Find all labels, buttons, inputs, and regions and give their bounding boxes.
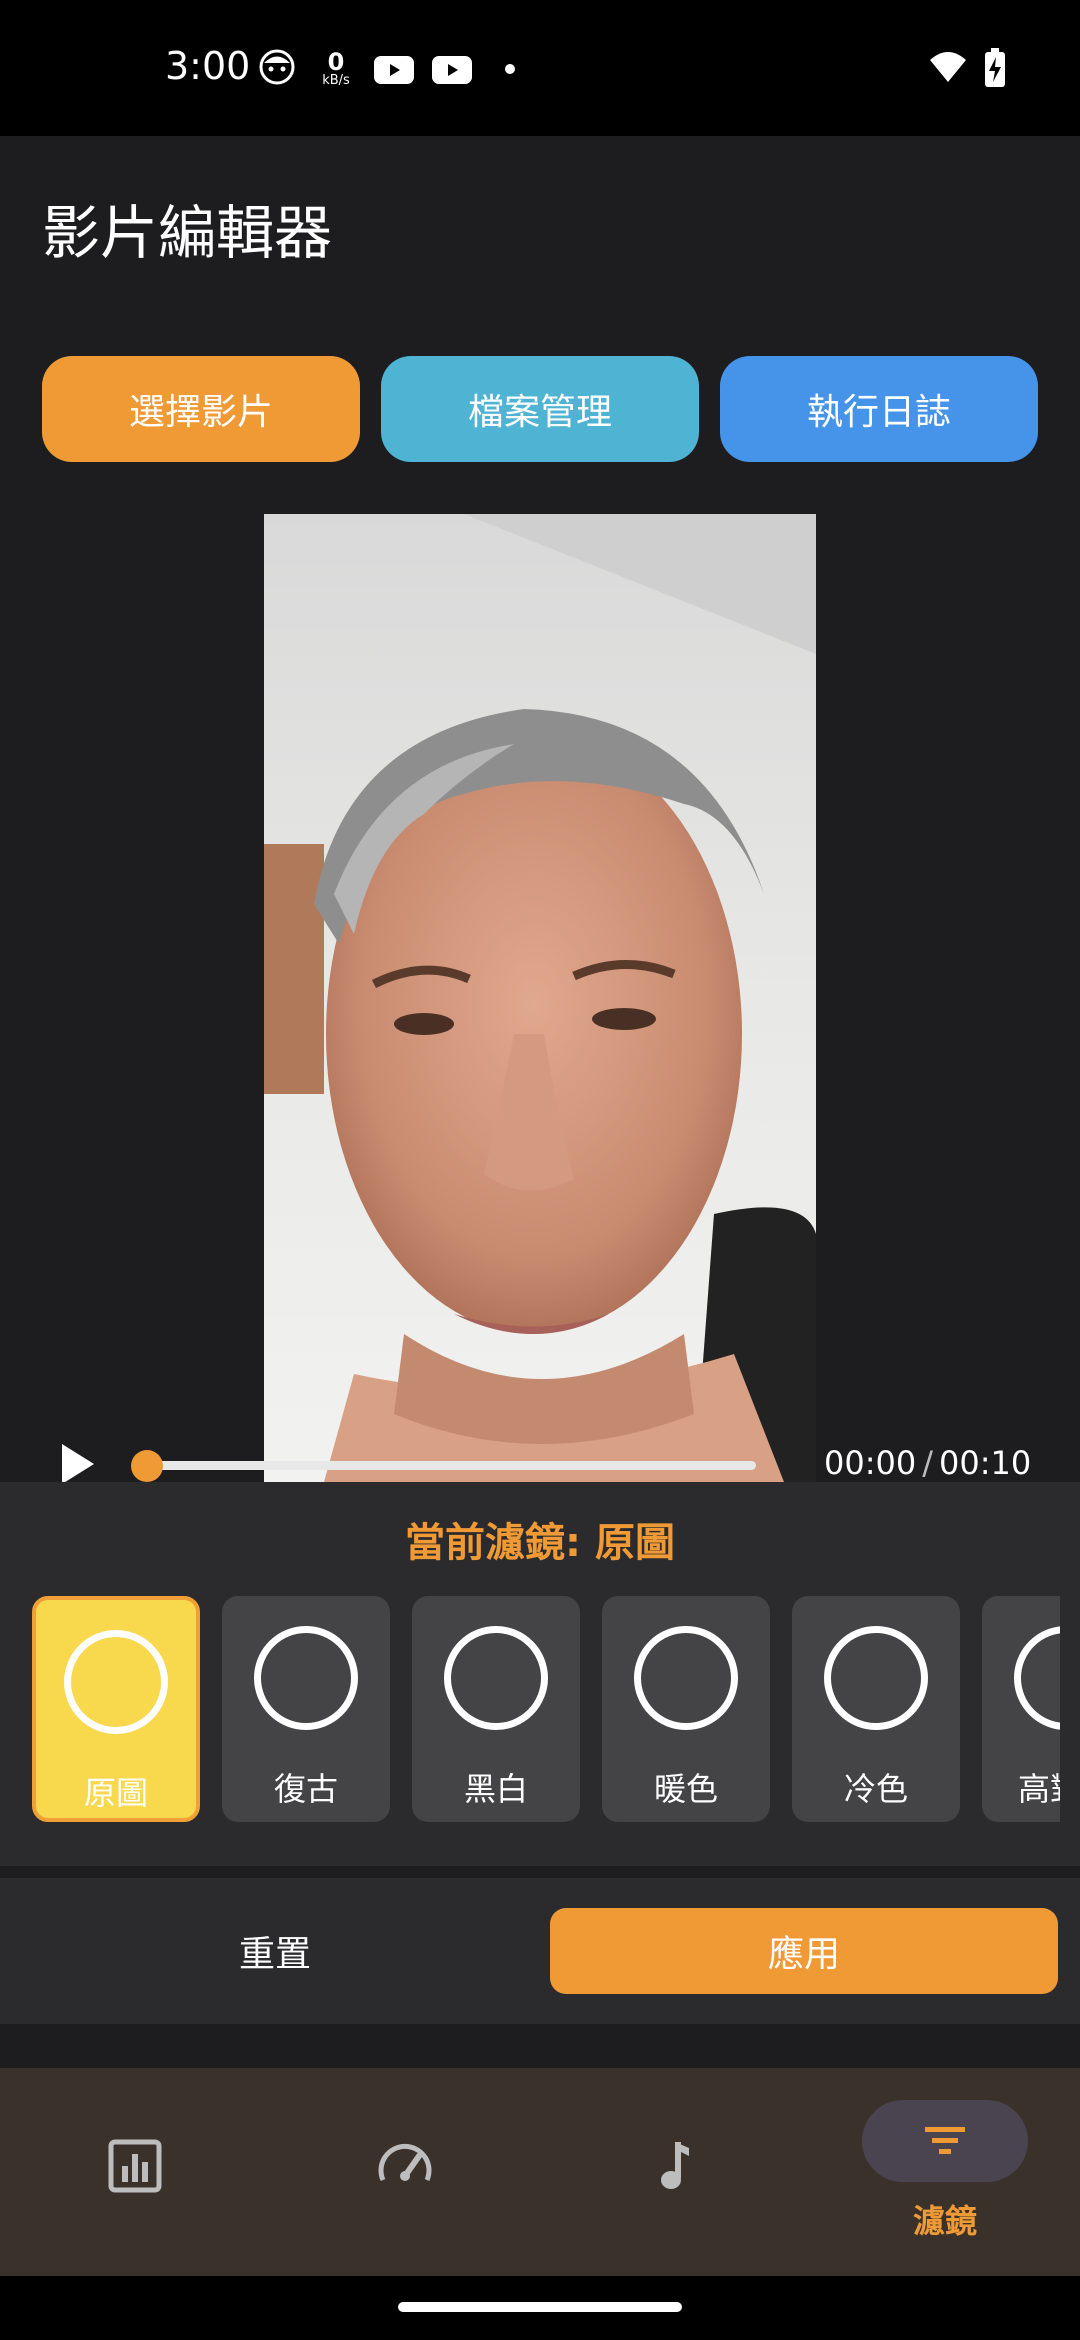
filter-card-vintage[interactable]: 復古 xyxy=(222,1596,390,1822)
bottom-navigation: 濾鏡 xyxy=(0,2068,1080,2276)
youtube-icon xyxy=(432,56,472,84)
net-speed-indicator: 0 kB/s xyxy=(316,50,356,87)
action-bar: 重置 應用 xyxy=(0,1878,1080,2024)
nav-item-filter[interactable]: 濾鏡 xyxy=(810,2068,1080,2276)
battery-charging-icon xyxy=(985,48,1005,87)
bar-chart-icon xyxy=(108,2139,162,2193)
circle-icon xyxy=(64,1630,168,1734)
file-manager-button[interactable]: 檔案管理 xyxy=(381,356,699,462)
reset-button[interactable]: 重置 xyxy=(40,1908,510,1994)
nav-item-music[interactable] xyxy=(540,2068,810,2276)
status-time: 3:00 xyxy=(165,44,251,88)
circle-icon xyxy=(444,1626,548,1730)
time-separator: / xyxy=(922,1444,933,1482)
current-filter-value: 原圖 xyxy=(594,1520,675,1566)
circle-icon xyxy=(254,1626,358,1730)
video-preview[interactable] xyxy=(264,514,816,1482)
app-screen: 影片編輯器 選擇影片 檔案管理 執行日誌 00:00 / 00:10 當前濾鏡:… xyxy=(0,136,1080,2276)
nav-item-speed[interactable] xyxy=(270,2068,540,2276)
video-frame xyxy=(264,514,816,1482)
nav-item-stats[interactable] xyxy=(0,2068,270,2276)
current-filter-text: 當前濾鏡: 原圖 xyxy=(0,1510,1080,1568)
select-video-button[interactable]: 選擇影片 xyxy=(42,356,360,462)
filter-label: 黑白 xyxy=(463,1770,528,1808)
page-title: 影片編輯器 xyxy=(42,199,333,267)
time-display: 00:00/00:10 xyxy=(824,1444,1031,1482)
net-speed-unit: kB/s xyxy=(322,73,350,88)
gesture-area xyxy=(0,2276,1080,2340)
filter-label: 原圖 xyxy=(83,1774,148,1812)
circle-icon xyxy=(634,1626,738,1730)
filter-label: 復古 xyxy=(273,1770,338,1808)
face-icon xyxy=(259,49,295,85)
play-icon[interactable] xyxy=(58,1442,98,1486)
filter-card-cool[interactable]: 冷色 xyxy=(792,1596,960,1822)
circle-icon xyxy=(824,1626,928,1730)
music-note-icon xyxy=(661,2142,689,2189)
filter-card-original[interactable]: 原圖 xyxy=(32,1596,200,1822)
wifi-icon xyxy=(930,52,966,82)
filter-icon xyxy=(925,2127,965,2154)
run-log-button[interactable]: 執行日誌 xyxy=(720,356,1038,462)
home-gesture-bar[interactable] xyxy=(398,2302,682,2312)
nav-label-filter: 濾鏡 xyxy=(912,2202,977,2240)
filter-card-warm[interactable]: 暖色 xyxy=(602,1596,770,1822)
net-speed-value: 0 xyxy=(327,48,345,76)
apply-button[interactable]: 應用 xyxy=(550,1908,1058,1994)
filter-label: 冷色 xyxy=(843,1770,908,1808)
filter-label: 高對比 xyxy=(1017,1770,1060,1808)
seek-bar[interactable] xyxy=(146,1461,756,1470)
speedometer-icon xyxy=(378,2143,432,2181)
status-bar: 3:00 0 kB/s xyxy=(0,0,1080,136)
notification-dot-icon xyxy=(505,64,515,74)
filter-list[interactable]: 原圖 復古 黑白 暖色 冷色 高對比 xyxy=(32,1596,1060,1828)
duration: 00:10 xyxy=(939,1444,1032,1482)
current-time: 00:00 xyxy=(824,1444,917,1482)
circle-icon xyxy=(1014,1626,1060,1730)
youtube-icon xyxy=(374,56,414,84)
filter-card-high-contrast[interactable]: 高對比 xyxy=(982,1596,1060,1822)
filter-label: 暖色 xyxy=(653,1770,718,1808)
seek-thumb[interactable] xyxy=(131,1450,163,1482)
filter-card-black-white[interactable]: 黑白 xyxy=(412,1596,580,1822)
filter-panel: 當前濾鏡: 原圖 原圖 復古 黑白 暖色 冷色 高 xyxy=(0,1482,1080,1866)
current-filter-label: 當前濾鏡: xyxy=(405,1520,595,1566)
